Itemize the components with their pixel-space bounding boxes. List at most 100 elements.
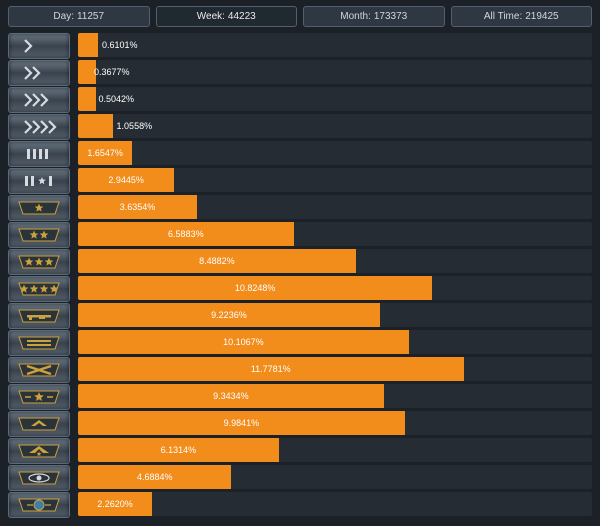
- bar-fill: 2.9445%: [78, 168, 174, 192]
- rank-row-global-elite: 2.2620%: [8, 492, 592, 516]
- bar-label: 2.2620%: [93, 499, 137, 509]
- tab-month[interactable]: Month:173373: [303, 6, 445, 27]
- bar-fill: [78, 114, 113, 138]
- rank-row-gold-nova-2: 6.5883%: [8, 222, 592, 246]
- bar-label: 10.1067%: [219, 337, 268, 347]
- bar-track: 1.0558%: [78, 114, 592, 138]
- rank-icon-supreme: [8, 465, 70, 491]
- rank-distribution-chart: 0.6101% 0.3677% 0.5042% 1.0558% 1.6547% 2.944…: [0, 31, 600, 526]
- bar-fill: 9.9841%: [78, 411, 405, 435]
- rank-row-silver-2: 0.3677%: [8, 60, 592, 84]
- tab-value: 173373: [374, 11, 407, 22]
- bar-label: 1.6547%: [83, 148, 127, 158]
- bar-label: 10.8248%: [231, 283, 280, 293]
- tab-week[interactable]: Week:44223: [156, 6, 298, 27]
- rank-row-silver-3: 0.5042%: [8, 87, 592, 111]
- bar-label: 4.6884%: [133, 472, 177, 482]
- rank-icon-silver-2: [8, 60, 70, 86]
- bar-fill: 9.3434%: [78, 384, 384, 408]
- bar-track: 8.4882%: [78, 249, 592, 273]
- rank-icon-legendary-eagle: [8, 411, 70, 437]
- rank-icon-silver-elite: [8, 141, 70, 167]
- tab-label: Week:: [197, 11, 225, 22]
- bar-fill: 6.1314%: [78, 438, 279, 462]
- rank-row-master-guardian-2: 10.1067%: [8, 330, 592, 354]
- bar-track: 3.6354%: [78, 195, 592, 219]
- bar-label: 2.9445%: [104, 175, 148, 185]
- rank-row-legendary-eagle-master: 6.1314%: [8, 438, 592, 462]
- rank-row-gold-nova-3: 8.4882%: [8, 249, 592, 273]
- rank-icon-global-elite: [8, 492, 70, 518]
- bar-label: 1.0558%: [113, 121, 157, 131]
- bar-fill: 3.6354%: [78, 195, 197, 219]
- rank-icon-gold-nova-2: [8, 222, 70, 248]
- tab-value: 44223: [228, 11, 256, 22]
- tab-label: Day:: [53, 11, 74, 22]
- rank-row-legendary-eagle: 9.9841%: [8, 411, 592, 435]
- bar-track: 2.9445%: [78, 168, 592, 192]
- rank-icon-dmg: [8, 384, 70, 410]
- bar-label: 6.1314%: [157, 445, 201, 455]
- rank-row-gold-nova-master: 10.8248%: [8, 276, 592, 300]
- bar-fill: 2.2620%: [78, 492, 152, 516]
- bar-fill: [78, 33, 98, 57]
- bar-label: 8.4882%: [195, 256, 239, 266]
- bar-track: 10.1067%: [78, 330, 592, 354]
- rank-row-silver-4: 1.0558%: [8, 114, 592, 138]
- rank-row-dmg: 9.3434%: [8, 384, 592, 408]
- bar-track: 9.3434%: [78, 384, 592, 408]
- bar-track: 11.7781%: [78, 357, 592, 381]
- bar-track: 10.8248%: [78, 276, 592, 300]
- bar-label: 9.9841%: [220, 418, 264, 428]
- tab-value: 11257: [77, 11, 104, 22]
- tab-value: 219425: [525, 11, 558, 22]
- tab-alltime[interactable]: All Time:219425: [451, 6, 593, 27]
- rank-row-silver-elite: 1.6547%: [8, 141, 592, 165]
- rank-icon-silver-elite-master: [8, 168, 70, 194]
- bar-label: 11.7781%: [247, 364, 295, 374]
- bar-label: 9.3434%: [209, 391, 253, 401]
- bar-track: 0.5042%: [78, 87, 592, 111]
- bar-track: 6.1314%: [78, 438, 592, 462]
- bar-track: 1.6547%: [78, 141, 592, 165]
- rank-row-master-guardian-elite: 11.7781%: [8, 357, 592, 381]
- rank-icon-gold-nova-master: [8, 276, 70, 302]
- bar-track: 0.3677%: [78, 60, 592, 84]
- rank-row-gold-nova-1: 3.6354%: [8, 195, 592, 219]
- rank-row-supreme: 4.6884%: [8, 465, 592, 489]
- period-tabs: Day:11257Week:44223Month:173373All Time:…: [0, 0, 600, 31]
- bar-label: 0.5042%: [95, 94, 139, 104]
- bar-label: 9.2236%: [207, 310, 251, 320]
- bar-fill: 6.5883%: [78, 222, 294, 246]
- bar-fill: 10.8248%: [78, 276, 432, 300]
- tab-label: Month:: [340, 11, 371, 22]
- rank-icon-silver-4: [8, 114, 70, 140]
- rank-icon-gold-nova-1: [8, 195, 70, 221]
- bar-fill: 8.4882%: [78, 249, 356, 273]
- rank-row-master-guardian-1: 9.2236%: [8, 303, 592, 327]
- bar-track: 6.5883%: [78, 222, 592, 246]
- bar-track: 0.6101%: [78, 33, 592, 57]
- bar-label: 0.3677%: [90, 67, 134, 77]
- bar-label: 0.6101%: [98, 40, 142, 50]
- rank-icon-legendary-eagle-master: [8, 438, 70, 464]
- bar-label: 6.5883%: [164, 229, 208, 239]
- bar-track: 4.6884%: [78, 465, 592, 489]
- rank-icon-silver-3: [8, 87, 70, 113]
- rank-icon-gold-nova-3: [8, 249, 70, 275]
- bar-fill: 9.2236%: [78, 303, 380, 327]
- tab-label: All Time:: [484, 11, 522, 22]
- bar-fill: [78, 87, 96, 111]
- rank-icon-silver-1: [8, 33, 70, 59]
- rank-row-silver-elite-master: 2.9445%: [8, 168, 592, 192]
- bar-label: 3.6354%: [116, 202, 160, 212]
- bar-fill: 11.7781%: [78, 357, 464, 381]
- bar-fill: 1.6547%: [78, 141, 132, 165]
- rank-row-silver-1: 0.6101%: [8, 33, 592, 57]
- rank-icon-master-guardian-1: [8, 303, 70, 329]
- bar-fill: 10.1067%: [78, 330, 409, 354]
- rank-icon-master-guardian-2: [8, 330, 70, 356]
- tab-day[interactable]: Day:11257: [8, 6, 150, 27]
- bar-fill: 4.6884%: [78, 465, 231, 489]
- bar-track: 2.2620%: [78, 492, 592, 516]
